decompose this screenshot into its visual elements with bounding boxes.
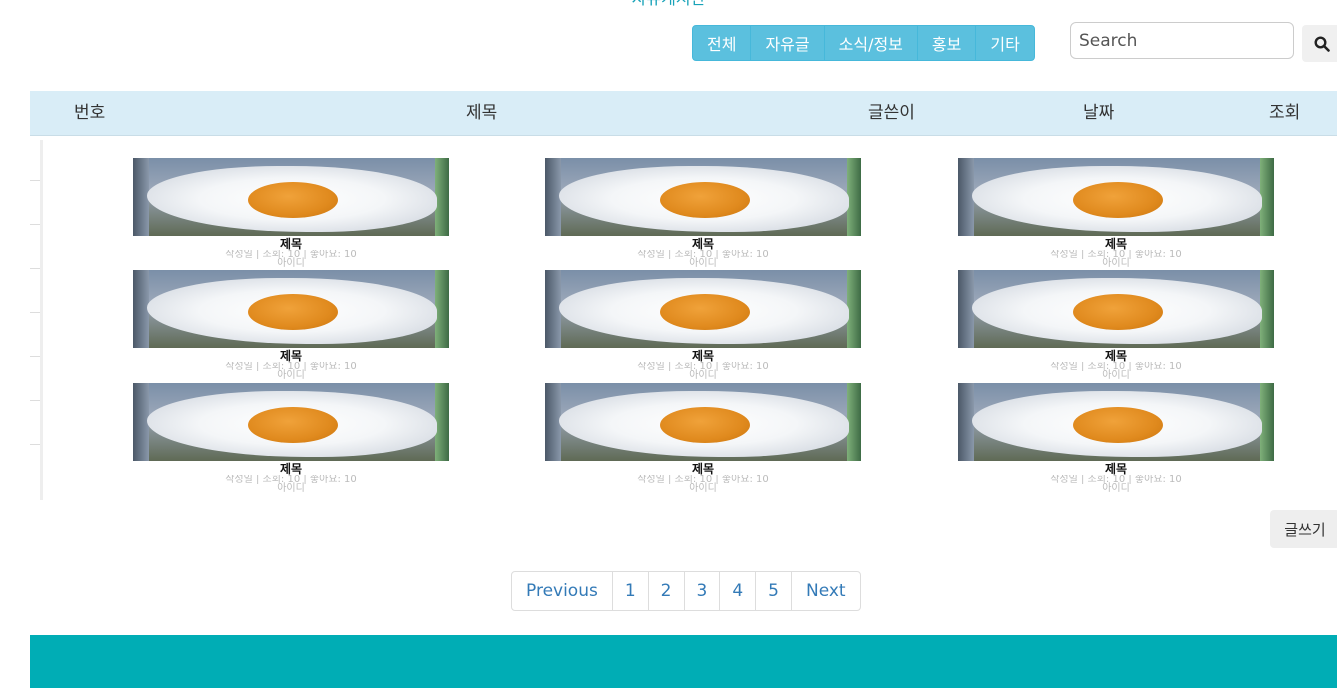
post-thumbnail[interactable]: [133, 158, 449, 236]
post-card[interactable]: 제목 작성일 | 조회: 10 | 좋아요: 10 아이디: [133, 158, 449, 269]
pagination-page-1[interactable]: 1: [613, 572, 649, 610]
post-author: 아이디: [689, 370, 717, 381]
write-post-button[interactable]: 글쓰기: [1270, 510, 1337, 548]
row-divider: [30, 312, 40, 313]
post-thumbnail[interactable]: [958, 383, 1274, 461]
column-date: 날짜: [1083, 103, 1115, 123]
post-card[interactable]: 제목 작성일 | 조회: 10 | 좋아요: 10 아이디: [545, 383, 861, 494]
column-number: 번호: [74, 103, 106, 123]
category-button-group: 전체 자유글 소식/정보 홍보 기타: [692, 25, 1035, 61]
post-author: 아이디: [1102, 483, 1130, 494]
post-thumbnail[interactable]: [133, 270, 449, 348]
post-author: 아이디: [689, 258, 717, 269]
post-author: 아이디: [689, 483, 717, 494]
pagination-next[interactable]: Next: [792, 572, 860, 610]
post-card[interactable]: 제목 작성일 | 조회: 10 | 좋아요: 10 아이디: [133, 270, 449, 381]
post-card[interactable]: 제목 작성일 | 조회: 10 | 좋아요: 10 아이디: [958, 158, 1274, 269]
table-header: 번호 제목 글쓴이 날짜 조회: [30, 91, 1337, 136]
post-thumbnail[interactable]: [958, 158, 1274, 236]
category-etc-button[interactable]: 기타: [976, 26, 1033, 60]
post-card[interactable]: 제목 작성일 | 조회: 10 | 좋아요: 10 아이디: [133, 383, 449, 494]
pagination-page-5[interactable]: 5: [756, 572, 792, 610]
post-thumbnail[interactable]: [958, 270, 1274, 348]
row-divider: [30, 444, 40, 445]
post-thumbnail[interactable]: [545, 270, 861, 348]
post-thumbnail[interactable]: [133, 383, 449, 461]
row-divider: [30, 356, 40, 357]
post-author: 아이디: [277, 370, 305, 381]
search-button[interactable]: [1302, 25, 1337, 62]
post-author: 아이디: [277, 258, 305, 269]
column-author: 글쓴이: [868, 103, 915, 123]
pagination-page-4[interactable]: 4: [720, 572, 757, 610]
pagination: Previous 1 2 3 4 5 Next: [511, 571, 861, 611]
category-news-button[interactable]: 소식/정보: [825, 26, 918, 60]
category-all-button[interactable]: 전체: [693, 26, 752, 60]
post-title[interactable]: 제목: [545, 238, 861, 250]
category-free-button[interactable]: 자유글: [751, 26, 825, 60]
post-card[interactable]: 제목 작성일 | 조회: 10 | 좋아요: 10 아이디: [958, 383, 1274, 494]
scroll-rail: [40, 140, 43, 500]
row-divider: [30, 268, 40, 269]
row-divider: [30, 224, 40, 225]
post-card[interactable]: 제목 작성일 | 조회: 10 | 좋아요: 10 아이디: [545, 270, 861, 381]
category-promo-button[interactable]: 홍보: [918, 26, 977, 60]
post-author: 아이디: [1102, 258, 1130, 269]
post-title[interactable]: 제목: [133, 463, 449, 475]
search-icon: [1314, 35, 1330, 52]
pagination-page-2[interactable]: 2: [649, 572, 685, 610]
footer: [30, 635, 1337, 688]
post-author: 아이디: [277, 483, 305, 494]
post-card[interactable]: 제목 작성일 | 조회: 10 | 좋아요: 10 아이디: [545, 158, 861, 269]
post-card[interactable]: 제목 작성일 | 조회: 10 | 좋아요: 10 아이디: [958, 270, 1274, 381]
post-gallery: 제목 작성일 | 조회: 10 | 좋아요: 10 아이디 제목 작성일 | 조…: [30, 136, 1337, 501]
post-title[interactable]: 제목: [545, 350, 861, 362]
post-thumbnail[interactable]: [545, 158, 861, 236]
pagination-previous[interactable]: Previous: [512, 572, 613, 610]
post-title[interactable]: 제목: [133, 238, 449, 250]
row-divider: [30, 400, 40, 401]
post-title[interactable]: 제목: [958, 463, 1274, 475]
post-title[interactable]: 제목: [545, 463, 861, 475]
column-views: 조회: [1269, 103, 1301, 123]
pagination-page-3[interactable]: 3: [685, 572, 721, 610]
column-title: 제목: [466, 103, 498, 123]
post-thumbnail[interactable]: [545, 383, 861, 461]
post-author: 아이디: [1102, 370, 1130, 381]
post-title[interactable]: 제목: [958, 238, 1274, 250]
post-title[interactable]: 제목: [133, 350, 449, 362]
post-title[interactable]: 제목: [958, 350, 1274, 362]
page-title: 자유게시판: [0, 0, 1337, 9]
search-input[interactable]: [1070, 22, 1294, 59]
row-divider: [30, 180, 40, 181]
